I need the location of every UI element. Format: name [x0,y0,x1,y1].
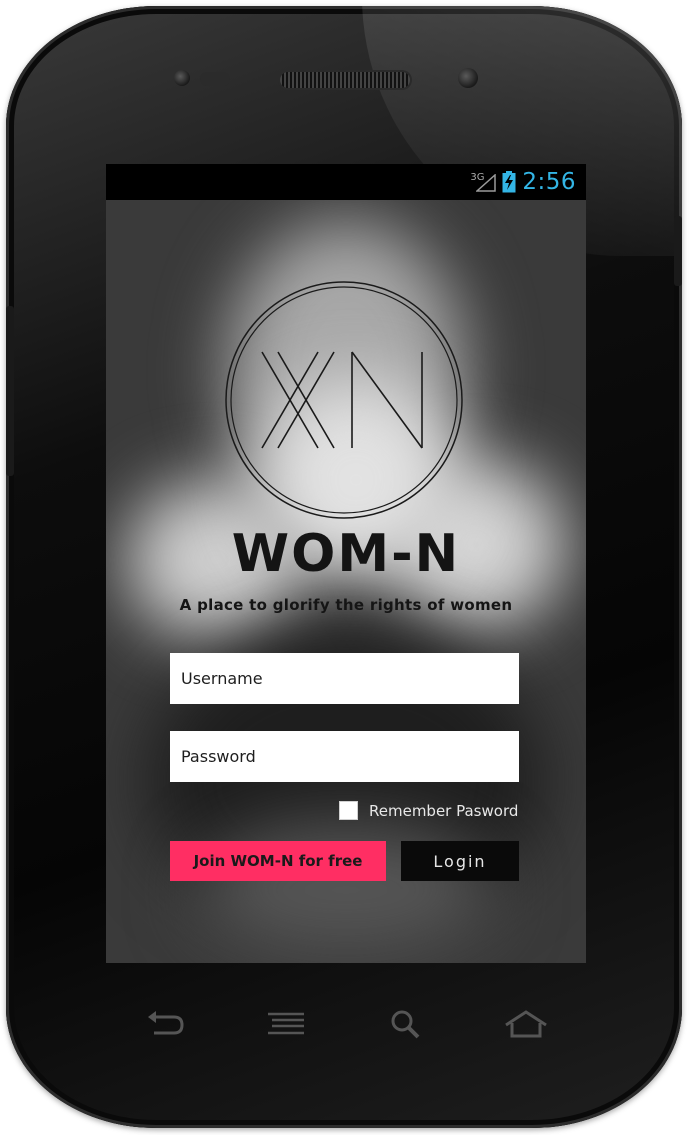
screen: 3G 2:56 WOM-N A place to glorify the rig… [106,164,586,963]
volume-button [6,306,14,476]
home-icon[interactable] [501,1004,551,1044]
remember-password-row[interactable]: Remember Pasword [339,801,518,820]
username-input[interactable] [170,653,519,704]
search-icon[interactable] [381,1004,431,1044]
login-button[interactable]: Login [401,841,519,881]
tagline: A place to glorify the rights of women [179,596,513,614]
navigation-bar [106,984,586,1064]
menu-icon[interactable] [261,1004,311,1044]
status-bar: 3G 2:56 [106,164,586,200]
sensor-dot [174,70,190,86]
battery-charging-icon [502,171,516,193]
signal-icon [476,174,497,192]
login-screen: WOM-N A place to glorify the rights of w… [106,200,586,963]
back-icon[interactable] [141,1004,191,1044]
proximity-sensor [200,72,230,86]
wom-n-logo [225,281,463,519]
remember-checkbox[interactable] [339,801,358,820]
earpiece-speaker [280,72,410,88]
front-camera [458,68,478,88]
brand-title: WOM-N [231,524,461,584]
power-button [674,216,682,286]
signal-indicator: 3G [470,170,497,194]
join-button[interactable]: Join WOM-N for free [170,841,386,881]
status-clock: 2:56 [522,169,576,195]
remember-label: Remember Pasword [369,801,519,820]
password-input[interactable] [170,731,519,782]
phone-frame: 3G 2:56 WOM-N A place to glorify the rig… [6,6,682,1128]
